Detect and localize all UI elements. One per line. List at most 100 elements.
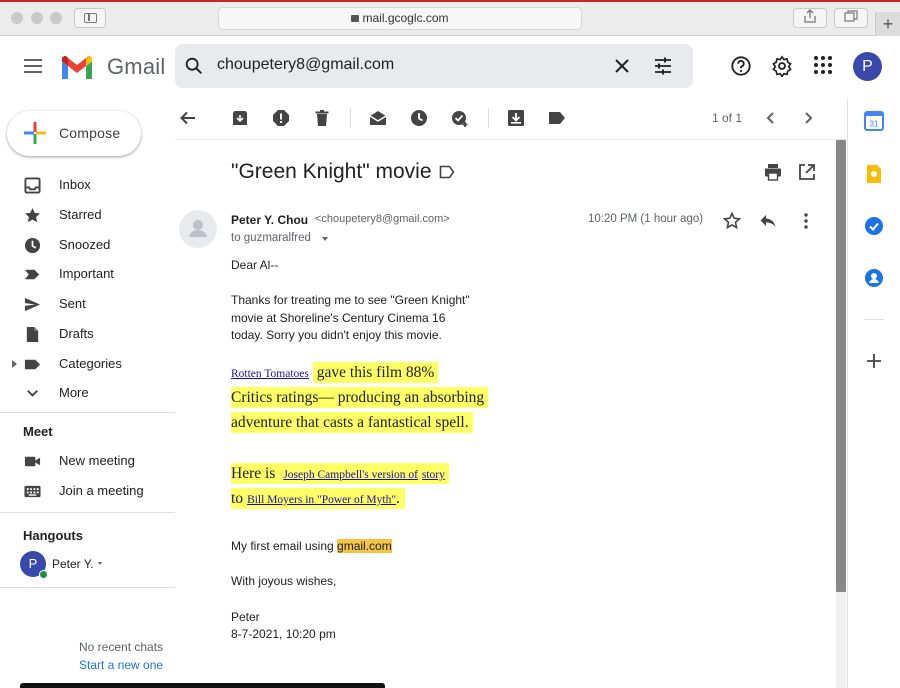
star-icon xyxy=(24,207,41,223)
share-button[interactable] xyxy=(793,8,827,28)
sidebar-item-sent[interactable]: Sent xyxy=(0,289,175,319)
keep-icon[interactable] xyxy=(864,164,884,184)
gear-icon[interactable] xyxy=(771,55,793,77)
caret-down-icon[interactable] xyxy=(98,562,102,565)
label-tag-icon[interactable] xyxy=(439,165,455,179)
address-bar[interactable]: mail.gcoglc.com xyxy=(218,7,582,30)
report-spam-icon[interactable] xyxy=(272,109,290,127)
campbell-link[interactable]: Joseph Campbell's version of xyxy=(283,469,418,481)
rating-line: Critics ratings— producing an absorbing xyxy=(231,387,489,408)
close-icon[interactable] xyxy=(612,56,632,76)
sidebar-item-drafts[interactable]: Drafts xyxy=(0,319,175,349)
contacts-icon[interactable] xyxy=(864,268,884,288)
snooze-clock-icon[interactable] xyxy=(410,109,428,127)
sidebar-item-label: Snoozed xyxy=(59,237,111,252)
sender-name[interactable]: Peter Y. Chou xyxy=(231,213,308,227)
compose-button[interactable]: Compose xyxy=(7,111,141,156)
recipient-line: to guzmaralfred xyxy=(231,232,311,244)
compose-label: Compose xyxy=(59,125,121,141)
important-icon xyxy=(24,269,40,280)
calendar-icon[interactable]: 31 xyxy=(864,111,884,131)
archive-icon[interactable] xyxy=(231,109,249,127)
sidebar-toggle-button[interactable] xyxy=(74,8,106,28)
browser-toolbar: mail.gcoglc.com + xyxy=(0,0,900,36)
new-meeting-item[interactable]: New meeting xyxy=(0,446,175,476)
tasks-icon[interactable] xyxy=(864,216,884,236)
story-link[interactable]: story xyxy=(422,469,445,481)
scrollbar-thumb[interactable] xyxy=(836,140,846,592)
hangouts-user-name[interactable]: Peter Y. xyxy=(52,557,94,571)
label-icon[interactable] xyxy=(548,109,566,127)
add-addon-icon[interactable] xyxy=(864,351,884,371)
sidebar-item-important[interactable]: Important xyxy=(0,259,175,289)
sidebar-item-starred[interactable]: Starred xyxy=(0,200,175,230)
search-icon[interactable] xyxy=(183,55,205,77)
move-to-icon[interactable] xyxy=(507,109,525,127)
paragraph-line: today. Sorry you didn't enjoy this movie… xyxy=(231,328,442,342)
search-bar[interactable]: choupetery8@gmail.com xyxy=(175,44,693,88)
moyers-link[interactable]: Bill Moyers in "Power of Myth" xyxy=(247,494,396,506)
sender-email: <choupetery8@gmail.com> xyxy=(315,213,450,225)
toolbar-separator xyxy=(350,108,351,128)
account-avatar[interactable]: P xyxy=(853,52,882,81)
back-arrow-icon[interactable] xyxy=(179,109,197,127)
sidebar-item-inbox[interactable]: Inbox xyxy=(0,170,175,200)
highlighted-text: Here is xyxy=(231,463,280,484)
tabs-icon xyxy=(844,10,858,22)
moyers-line: to Bill Moyers in "Power of Myth". xyxy=(231,488,405,509)
share-icon xyxy=(804,9,816,23)
sidebar-divider xyxy=(0,512,175,513)
keyboard-icon xyxy=(24,485,41,498)
sender-avatar[interactable] xyxy=(179,210,217,248)
more-vertical-icon[interactable] xyxy=(797,212,815,230)
star-outline-icon[interactable] xyxy=(723,212,741,230)
highlighted-text: gave this film 88% xyxy=(312,362,439,383)
print-icon[interactable] xyxy=(764,163,782,181)
closing-text: With joyous wishes, xyxy=(231,574,337,588)
clock-icon xyxy=(24,237,41,254)
gmail-link[interactable]: gmail.com xyxy=(337,539,392,553)
paragraph-1: Thanks for treating me to see "Green Kni… xyxy=(231,292,470,345)
search-input[interactable]: choupetery8@gmail.com xyxy=(217,56,394,74)
side-panel xyxy=(847,99,900,688)
greeting-text: Dear Al-- xyxy=(231,258,279,272)
mark-unread-icon[interactable] xyxy=(369,109,387,127)
inbox-icon xyxy=(24,177,41,194)
close-window-button[interactable] xyxy=(11,12,23,24)
window-accent-line xyxy=(0,0,900,2)
trash-icon[interactable] xyxy=(313,109,331,127)
sidebar-item-categories[interactable]: Categories xyxy=(0,349,175,379)
chevron-right-icon[interactable] xyxy=(799,109,817,127)
help-icon[interactable] xyxy=(730,55,752,77)
open-in-new-window-icon[interactable] xyxy=(798,163,816,181)
add-task-icon[interactable] xyxy=(451,109,469,127)
expand-arrow-icon[interactable] xyxy=(12,360,17,368)
new-tab-button[interactable]: + xyxy=(875,12,900,36)
draft-icon xyxy=(26,326,39,343)
tabs-overview-button[interactable] xyxy=(834,8,868,28)
apps-grid-icon[interactable] xyxy=(813,55,833,75)
reply-icon[interactable] xyxy=(759,212,777,230)
bottom-overlay-bar xyxy=(20,683,385,688)
gmail-logo-icon[interactable] xyxy=(60,55,94,79)
highlighted-text: to xyxy=(231,488,248,509)
campbell-line: Here is Joseph Campbell's version of stor… xyxy=(231,463,449,484)
toolbar-divider xyxy=(175,139,847,140)
zoom-window-button[interactable] xyxy=(50,12,62,24)
sidebar-item-more[interactable]: More xyxy=(0,378,175,408)
chevron-left-icon[interactable] xyxy=(762,109,780,127)
plus-icon xyxy=(24,122,46,144)
minimize-window-button[interactable] xyxy=(31,12,43,24)
sidebar-item-snoozed[interactable]: Snoozed xyxy=(0,230,175,260)
main-menu-icon[interactable] xyxy=(24,59,42,73)
join-meeting-item[interactable]: Join a meeting xyxy=(0,476,175,506)
show-details-icon[interactable] xyxy=(322,237,328,241)
rotten-tomatoes-link[interactable]: Rotten Tomatoes xyxy=(231,368,309,380)
search-options-icon[interactable] xyxy=(652,55,674,77)
sidebar-item-label: Starred xyxy=(59,207,102,222)
sidebar-item-label: Important xyxy=(59,266,114,281)
sidebar-item-label: More xyxy=(59,385,89,400)
start-new-chat-link[interactable]: Start a new one xyxy=(79,658,163,672)
signature-date: 8-7-2021, 10:20 pm xyxy=(231,627,336,641)
online-status-dot xyxy=(39,570,48,579)
